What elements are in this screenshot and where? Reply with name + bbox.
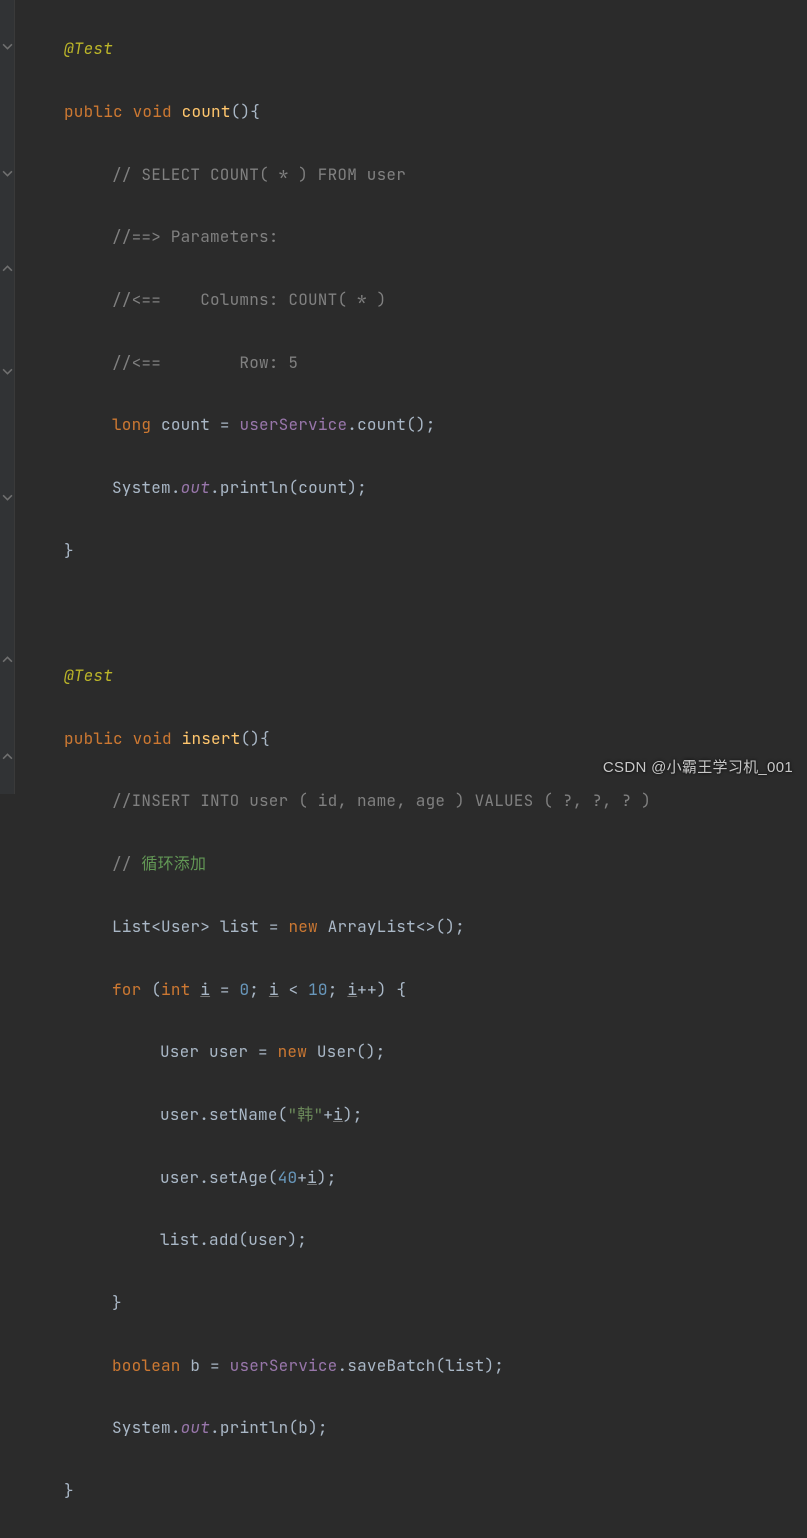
fold-icon[interactable] bbox=[2, 168, 13, 179]
fold-icon[interactable] bbox=[2, 41, 13, 52]
comment-cn: 循环添加 bbox=[141, 853, 206, 874]
kw-public: public bbox=[64, 101, 123, 122]
fold-icon[interactable] bbox=[2, 366, 13, 377]
kw-void: void bbox=[133, 101, 172, 122]
string-literal: "韩" bbox=[287, 1104, 323, 1125]
method-name: insert bbox=[182, 728, 241, 749]
fold-icon[interactable] bbox=[2, 751, 13, 762]
watermark: CSDN @小霸王学习机_001 bbox=[603, 753, 793, 782]
comment: //<== Columns: COUNT( * ) bbox=[112, 289, 386, 310]
field-ref: userService bbox=[230, 1355, 338, 1376]
field-ref: userService bbox=[239, 414, 347, 435]
comment: //<== Row: 5 bbox=[112, 352, 298, 373]
fold-icon[interactable] bbox=[2, 654, 13, 665]
comment: //==> Parameters: bbox=[112, 226, 279, 247]
fold-icon[interactable] bbox=[2, 263, 13, 274]
comment: // SELECT COUNT( * ) FROM user bbox=[112, 164, 406, 185]
fold-icon[interactable] bbox=[2, 492, 13, 503]
static-field: out bbox=[181, 477, 210, 498]
editor-gutter bbox=[0, 0, 15, 794]
method-name: count bbox=[182, 101, 231, 122]
annotation: @Test bbox=[64, 38, 113, 59]
annotation: @Test bbox=[64, 665, 113, 686]
kw-long: long bbox=[112, 414, 151, 435]
